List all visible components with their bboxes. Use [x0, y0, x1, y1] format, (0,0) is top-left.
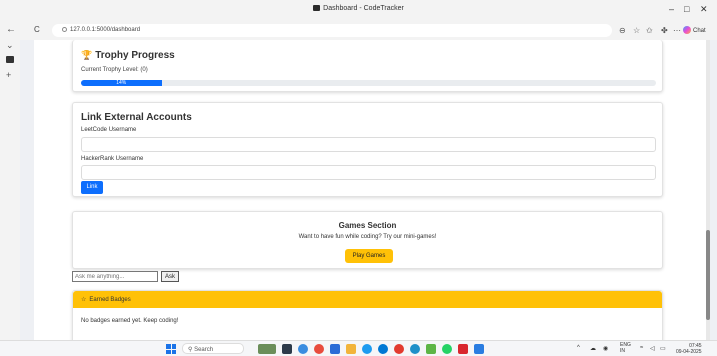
url-text: 127.0.0.1:5000/dashboard: [70, 27, 141, 33]
window-title: Dashboard - CodeTracker: [0, 5, 717, 12]
windows-start-icon[interactable]: [166, 344, 176, 354]
back-button[interactable]: ←: [6, 24, 16, 35]
trophy-icon: 🏆: [81, 50, 93, 60]
link-button[interactable]: Link: [81, 181, 103, 194]
favorites-icon[interactable]: ✩: [646, 26, 653, 35]
badges-header: ☆ Earned Badges: [73, 291, 662, 308]
badge-icon: ☆: [81, 297, 87, 303]
trophy-progress-fill: 14%: [81, 80, 162, 86]
trophy-progress-bar: 14%: [81, 80, 656, 86]
games-subtitle: Want to have fun while coding? Try our m…: [298, 234, 437, 240]
chevron-down-icon[interactable]: ⌄: [6, 40, 14, 51]
browser-app-icon[interactable]: [410, 344, 420, 354]
widgets-icon[interactable]: [258, 344, 276, 354]
extensions-icon[interactable]: ✤: [661, 26, 668, 35]
trophy-title-text: Trophy Progress: [95, 50, 175, 61]
tab-actions-icon[interactable]: [6, 56, 14, 63]
browser-toolbar: ← C 127.0.0.1:5000/dashboard ⊖ ☆ ✩ ✤ ⋯ C…: [0, 22, 717, 40]
link-accounts-card: Link External Accounts LeetCode Username…: [72, 102, 663, 197]
maximize-button[interactable]: □: [684, 4, 689, 14]
badges-header-text: Earned Badges: [89, 297, 131, 303]
os-taskbar: ⚲ Search ^ ☁ ◉ ENG IN ≈ ◁ ▭ 07:45 09-04-20…: [0, 340, 717, 356]
more-menu-icon[interactable]: ⋯: [673, 26, 681, 35]
games-title: Games Section: [338, 221, 397, 230]
taskbar-search-text: Search: [194, 347, 214, 353]
badges-empty-message: No badges earned yet. Keep coding!: [81, 318, 179, 324]
whatsapp-icon[interactable]: [442, 344, 452, 354]
ask-button[interactable]: Ask: [161, 271, 179, 282]
battery-icon[interactable]: ▭: [660, 345, 666, 352]
tray-chevron-up-icon[interactable]: ^: [577, 345, 580, 351]
mail-icon[interactable]: [458, 344, 468, 354]
site-info-icon[interactable]: [62, 27, 67, 32]
page-viewport: 🏆 Trophy Progress Current Trophy Level: (…: [34, 40, 710, 340]
games-card: Games Section Want to have fun while cod…: [72, 211, 663, 269]
minimize-button[interactable]: –: [669, 4, 674, 14]
office-icon[interactable]: [394, 344, 404, 354]
window-titlebar: Dashboard - CodeTracker – □ ✕: [0, 0, 717, 22]
spreadsheet-icon[interactable]: [426, 344, 436, 354]
zoom-icon[interactable]: ⊖: [619, 26, 626, 35]
ask-input[interactable]: [72, 271, 158, 282]
tray-app-icon[interactable]: ◉: [603, 345, 608, 352]
scrollbar-thumb[interactable]: [706, 230, 710, 320]
teams-icon[interactable]: [330, 344, 340, 354]
taskbar-search[interactable]: ⚲ Search: [182, 343, 244, 354]
vscode-icon[interactable]: [474, 344, 484, 354]
cloud-icon[interactable]: ☁: [590, 345, 596, 352]
hackerrank-label: HackerRank Username: [81, 156, 144, 162]
region-code: IN: [620, 348, 625, 354]
trophy-card: 🏆 Trophy Progress Current Trophy Level: (…: [72, 40, 663, 92]
chat-label: Chat: [693, 28, 706, 34]
leetcode-label: LeetCode Username: [81, 127, 137, 133]
taskbar-clock[interactable]: 07:45 09-04-2025: [676, 343, 702, 355]
file-explorer-icon[interactable]: [346, 344, 356, 354]
volume-icon[interactable]: ◁: [650, 345, 655, 352]
play-games-button[interactable]: Play Games: [345, 249, 393, 263]
chat-button[interactable]: Chat: [683, 26, 706, 34]
edge-icon[interactable]: [298, 344, 308, 354]
favorite-star-icon[interactable]: ☆: [633, 26, 640, 35]
chrome-icon[interactable]: [314, 344, 324, 354]
tab-icon: [313, 5, 321, 11]
store-icon[interactable]: [362, 344, 372, 354]
copilot-icon: [683, 26, 691, 34]
leetcode-username-input[interactable]: [81, 137, 656, 152]
badges-card: ☆ Earned Badges No badges earned yet. Kee…: [72, 290, 663, 340]
window-title-text: Dashboard - CodeTracker: [323, 5, 404, 12]
browser-sidebar: ⌄ +: [0, 40, 20, 340]
task-view-icon[interactable]: [282, 344, 292, 354]
wifi-icon[interactable]: ≈: [640, 345, 643, 351]
page-scrollbar[interactable]: [706, 40, 710, 340]
trophy-level: Current Trophy Level: (0): [81, 67, 148, 73]
trophy-title: 🏆 Trophy Progress: [81, 50, 175, 61]
address-bar[interactable]: 127.0.0.1:5000/dashboard: [52, 24, 612, 37]
hackerrank-username-input[interactable]: [81, 165, 656, 180]
reload-button[interactable]: C: [34, 25, 40, 34]
close-button[interactable]: ✕: [700, 4, 708, 15]
link-accounts-title: Link External Accounts: [81, 112, 192, 123]
app-icon[interactable]: [378, 344, 388, 354]
new-tab-icon[interactable]: +: [6, 70, 11, 80]
clock-date: 09-04-2025: [676, 349, 702, 355]
language-indicator[interactable]: ENG IN: [620, 342, 631, 354]
